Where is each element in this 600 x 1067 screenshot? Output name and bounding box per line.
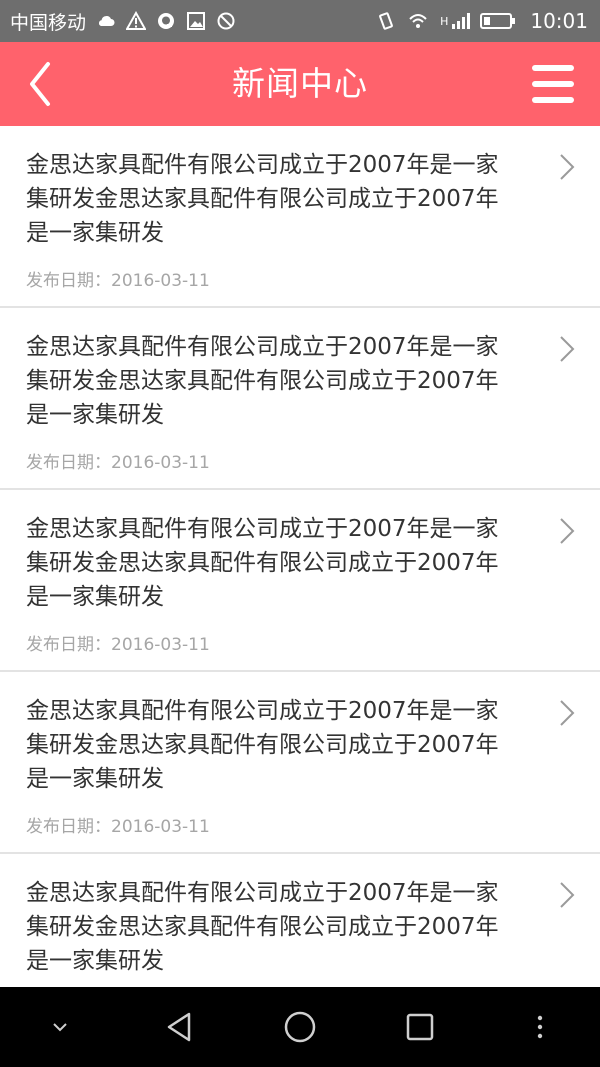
warning-icon (126, 11, 147, 30)
news-list-item[interactable]: 金思达家具配件有限公司成立于2007年是一家集研发金思达家具配件有限公司成立于2… (0, 672, 600, 854)
vibrate-icon (379, 12, 393, 30)
carrier-name: 中国移动 (10, 11, 87, 34)
home-circle-icon (284, 1011, 316, 1043)
chevron-right-icon (560, 518, 575, 544)
more-dots-icon (537, 1015, 543, 1039)
wifi-icon (409, 14, 427, 28)
news-title: 金思达家具配件有限公司成立于2007年是一家集研发金思达家具配件有限公司成立于2… (26, 516, 499, 610)
cloud-icon (98, 16, 115, 26)
qq-icon (158, 13, 175, 29)
system-more-button[interactable] (515, 1002, 565, 1052)
menu-button[interactable] (530, 62, 576, 106)
image-icon (187, 12, 206, 30)
blocked-icon (217, 12, 235, 30)
system-back-button[interactable] (155, 1002, 205, 1052)
system-navigation-bar (0, 987, 600, 1067)
news-list-item[interactable]: 金思达家具配件有限公司成立于2007年是一家集研发金思达家具配件有限公司成立于2… (0, 308, 600, 490)
hamburger-menu-icon (532, 65, 574, 103)
chevron-left-icon (30, 62, 50, 106)
clock: 10:01 (530, 9, 588, 33)
news-title: 金思达家具配件有限公司成立于2007年是一家集研发金思达家具配件有限公司成立于2… (26, 152, 499, 246)
status-bar: 中国移动 H 10:01 (0, 0, 600, 42)
system-recents-button[interactable] (395, 1002, 445, 1052)
status-left: 中国移动 (10, 8, 236, 35)
news-date: 发布日期：2016-03-11 (26, 817, 210, 837)
news-list-item[interactable]: 金思达家具配件有限公司成立于2007年是一家集研发金思达家具配件有限公司成立于2… (0, 490, 600, 672)
nav-bar: 新闻中心 (0, 42, 600, 126)
chevron-right-icon (560, 336, 575, 362)
news-list-item[interactable]: 金思达家具配件有限公司成立于2007年是一家集研发金思达家具配件有限公司成立于2… (0, 126, 600, 308)
news-date: 发布日期：2016-03-11 (26, 453, 210, 473)
news-title: 金思达家具配件有限公司成立于2007年是一家集研发金思达家具配件有限公司成立于2… (26, 698, 499, 792)
network-type-label: H (440, 15, 449, 28)
chevron-right-icon (560, 882, 575, 908)
system-home-button[interactable] (275, 1002, 325, 1052)
status-right: H 10:01 (376, 9, 588, 33)
back-button[interactable] (18, 60, 66, 108)
hide-keyboard-icon (53, 1023, 67, 1032)
chevron-right-icon (560, 154, 575, 180)
chevron-right-icon (560, 700, 575, 726)
recents-square-icon (406, 1013, 434, 1041)
news-list-item[interactable]: 金思达家具配件有限公司成立于2007年是一家集研发金思达家具配件有限公司成立于2… (0, 854, 600, 987)
signal-icon (452, 13, 471, 29)
news-list: 金思达家具配件有限公司成立于2007年是一家集研发金思达家具配件有限公司成立于2… (0, 126, 600, 987)
news-title: 金思达家具配件有限公司成立于2007年是一家集研发金思达家具配件有限公司成立于2… (26, 880, 499, 974)
news-title: 金思达家具配件有限公司成立于2007年是一家集研发金思达家具配件有限公司成立于2… (26, 334, 499, 428)
battery-icon (480, 13, 516, 29)
news-date: 发布日期：2016-03-11 (26, 635, 210, 655)
back-triangle-icon (167, 1012, 191, 1042)
news-date: 发布日期：2016-03-11 (26, 271, 210, 291)
page-title: 新闻中心 (232, 64, 368, 103)
hide-keyboard-button[interactable] (35, 1002, 85, 1052)
